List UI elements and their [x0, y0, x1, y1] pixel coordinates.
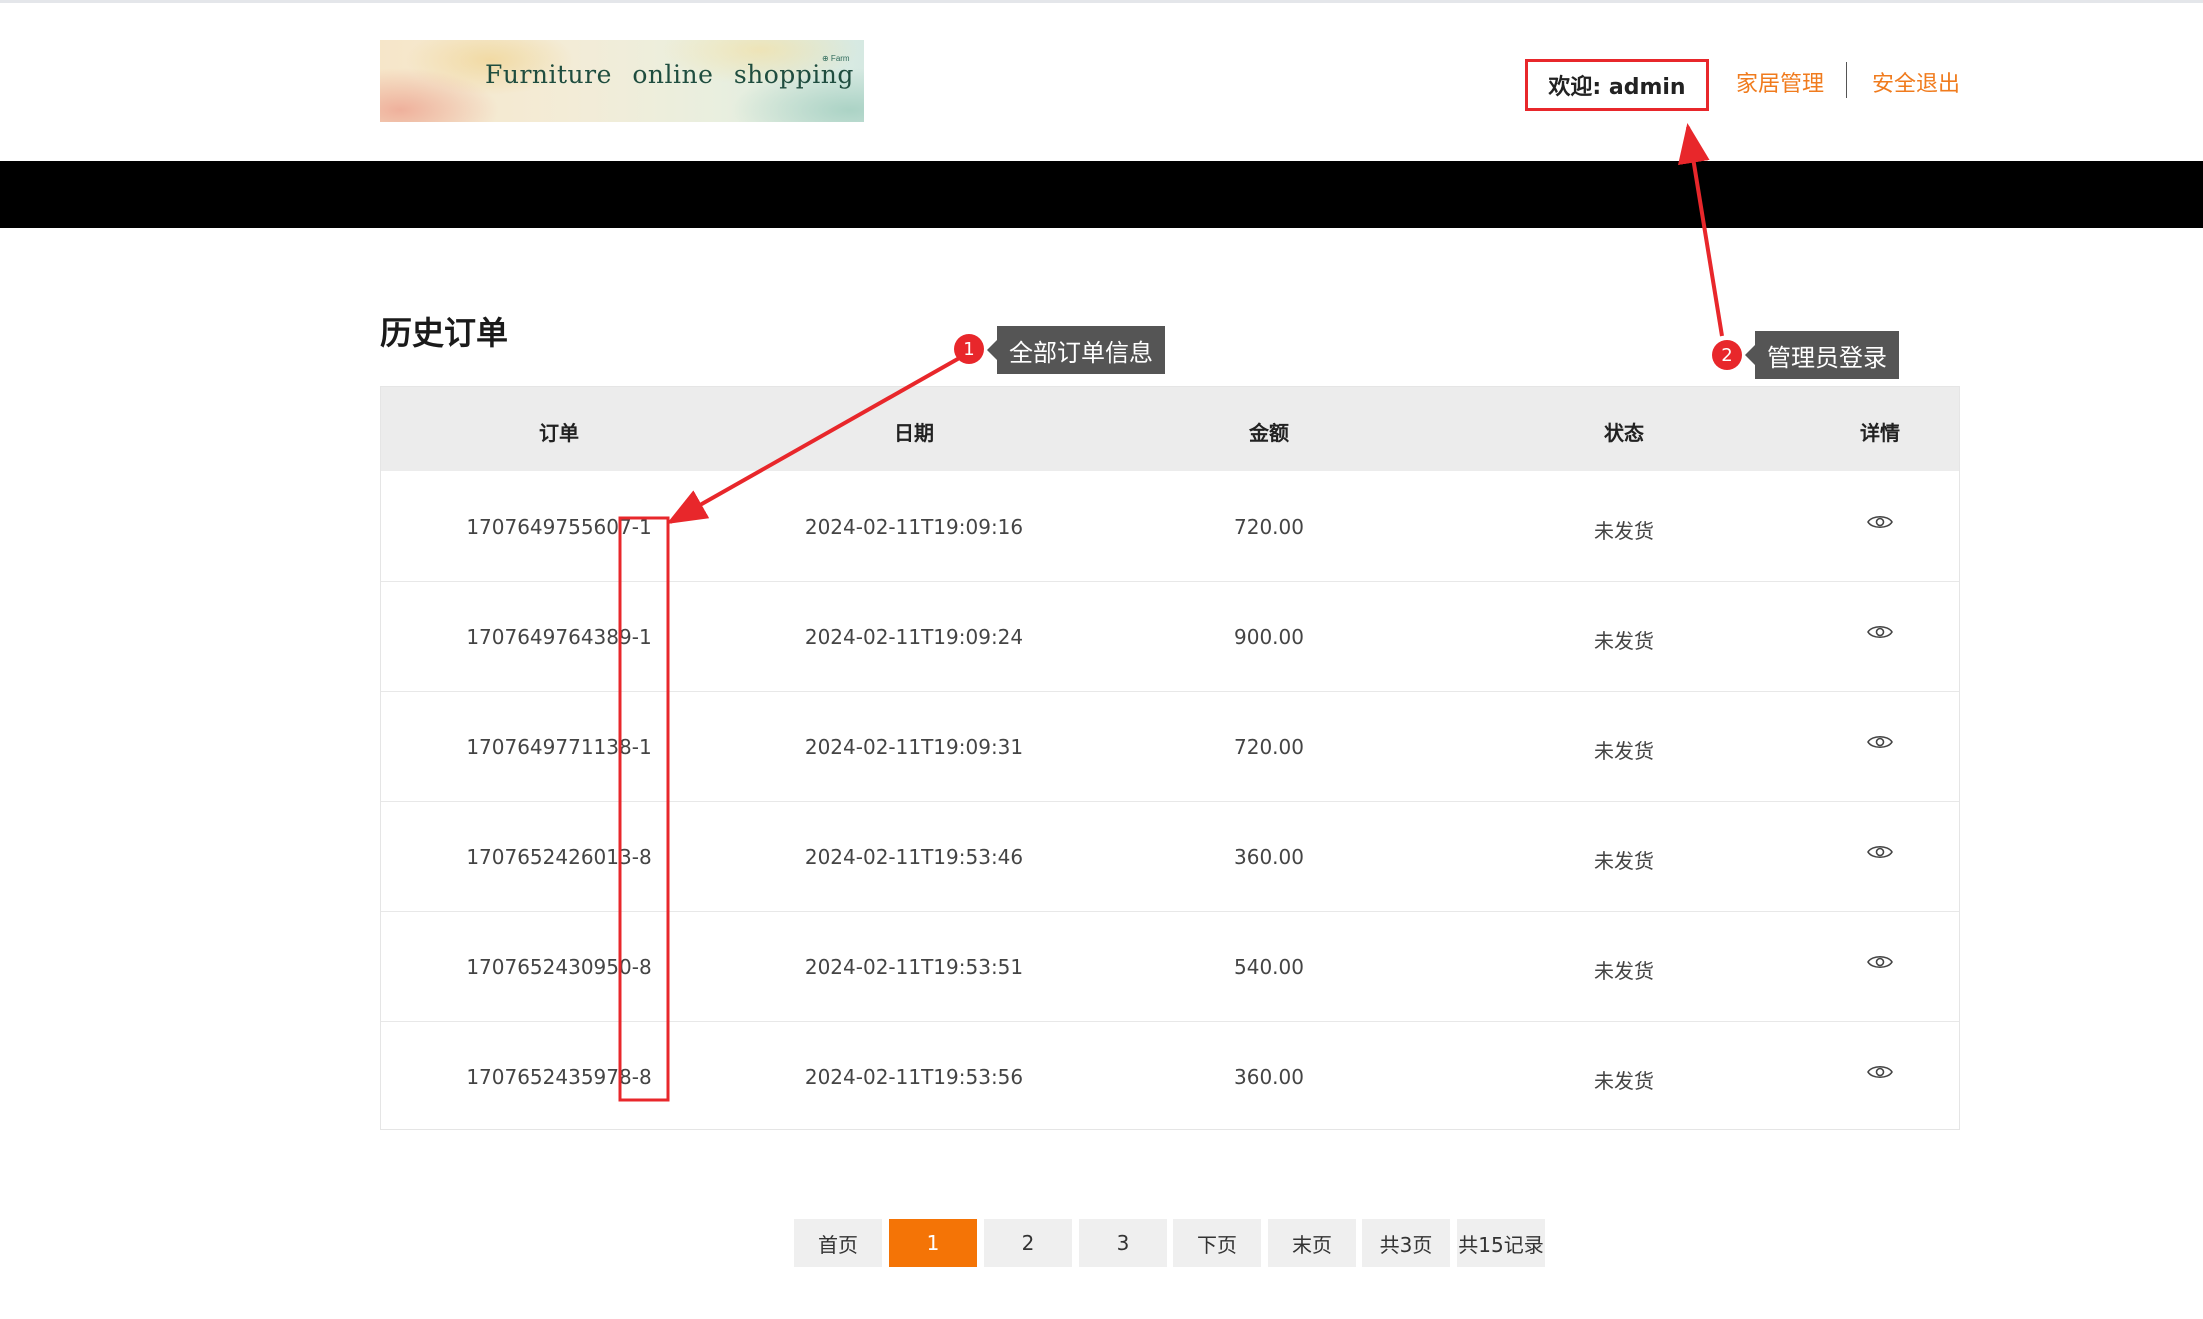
annotation-arrow-1 [666, 350, 971, 524]
annotation-arrow-2 [1677, 123, 1724, 337]
annotation-tooltip-2: 管理员登录 [1745, 331, 1899, 379]
order-id-highlight-box [618, 516, 670, 1102]
annotation-badge-1: 1 [954, 334, 984, 364]
annotation-overlay [618, 123, 1724, 1102]
annotation-badge-2: 2 [1712, 340, 1742, 370]
annotation-tooltip-1: 全部订单信息 [987, 326, 1165, 374]
